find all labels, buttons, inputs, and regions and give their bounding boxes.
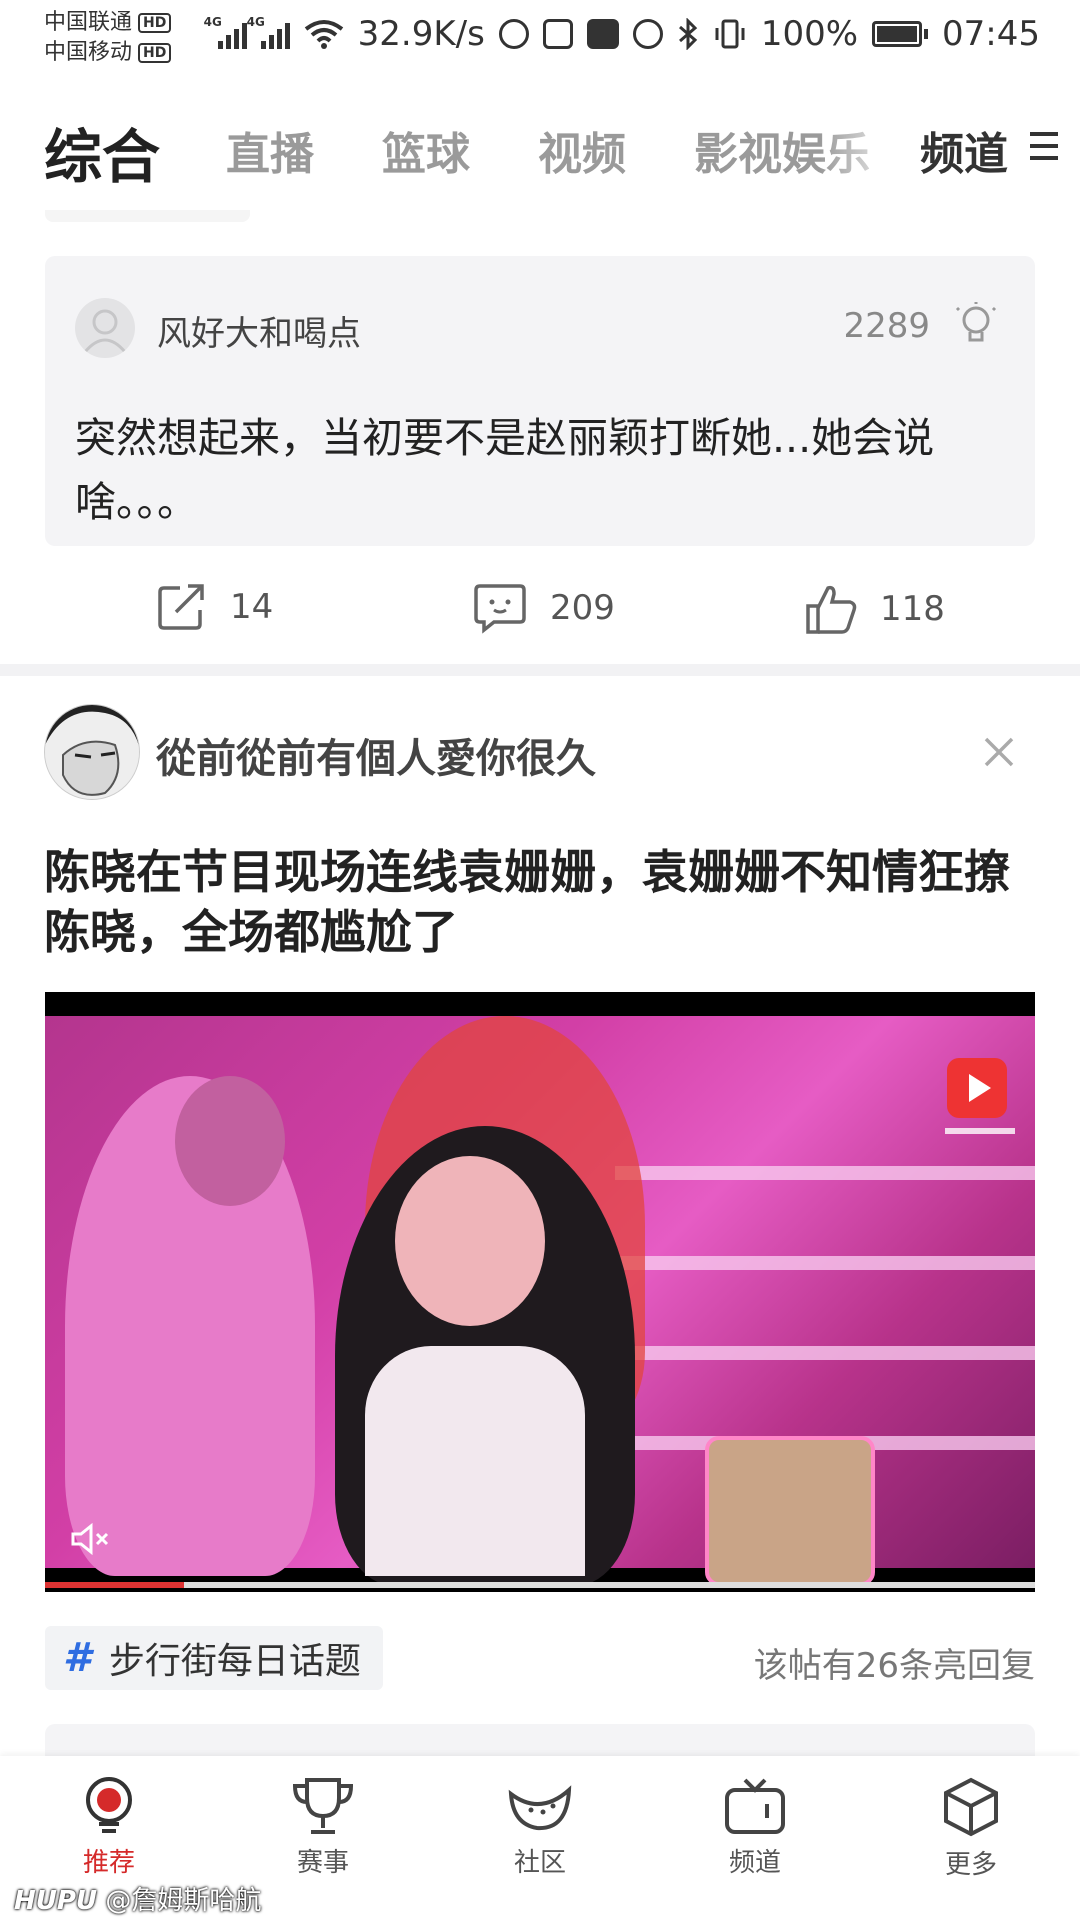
- battery-icon: [872, 21, 929, 47]
- app-notification-icon: [542, 19, 573, 49]
- nav-label: 赛事: [296, 1848, 349, 1878]
- share-count: 14: [230, 587, 274, 627]
- nav-community[interactable]: 社区: [465, 1776, 615, 1879]
- tab-live[interactable]: 直播: [226, 118, 314, 182]
- thumbs-up-icon: [806, 585, 857, 634]
- topic-label: 步行街每日话题: [108, 1641, 361, 1682]
- nav-more[interactable]: 更多: [896, 1776, 1046, 1881]
- reply-username[interactable]: 风好大和喝点: [157, 306, 361, 355]
- avatar[interactable]: [44, 704, 140, 800]
- menu-icon[interactable]: [1030, 132, 1058, 162]
- share-button[interactable]: 14: [156, 582, 273, 632]
- phone-call-inset-image: [705, 1436, 875, 1586]
- like-count: 118: [880, 589, 945, 629]
- avatar[interactable]: [75, 298, 135, 358]
- highlight-reply-card[interactable]: 风好大和喝点 2289 突然想起来，当初要不是赵丽颖打断她...她会说啥。。。: [45, 256, 1035, 546]
- nav-channel[interactable]: 频道: [680, 1776, 830, 1879]
- mute-icon[interactable]: [71, 1522, 111, 1556]
- net-speed: 32.9K/s: [357, 14, 485, 54]
- vibrate-icon: [715, 19, 745, 49]
- carrier-1: 中国联通: [44, 10, 133, 35]
- nav-label: 更多: [944, 1850, 997, 1880]
- lightbulb-icon[interactable]: [955, 302, 997, 348]
- tab-video[interactable]: 视频: [538, 118, 626, 182]
- post-action-bar: 14 209 118: [0, 572, 1080, 652]
- watermelon-icon: [508, 1785, 572, 1831]
- default-avatar-icon: [83, 309, 127, 353]
- recommend-icon: [86, 1777, 132, 1833]
- status-bar: 中国联通 HD 中国移动 HD 4G 4G 32.9K/s 100% 07:45: [0, 0, 1080, 80]
- post-title[interactable]: 陈晓在节目现场连线袁姗姗，袁姗姗不知情狂撩陈晓，全场都尴尬了: [44, 842, 1034, 962]
- tab-basketball[interactable]: 篮球: [382, 118, 470, 182]
- hd-badge: HD: [138, 13, 172, 33]
- alarm-icon: [632, 19, 663, 49]
- close-icon[interactable]: [982, 735, 1016, 769]
- video-progress-bar[interactable]: [45, 1582, 1035, 1588]
- xigua-video-logo-icon: [947, 1058, 1007, 1118]
- highlight-reply-note[interactable]: 该帖有26条亮回复: [754, 1638, 1035, 1687]
- video-frame: [45, 1016, 1035, 1586]
- huawei-app-icon: [586, 19, 619, 49]
- hashtag-icon: #: [63, 1635, 91, 1681]
- clock: 07:45: [942, 14, 1040, 54]
- signal-icon: 4G: [204, 15, 247, 49]
- nav-label: 社区: [513, 1848, 566, 1878]
- feed-divider: [0, 664, 1080, 676]
- tab-fade: [820, 80, 910, 210]
- manga-avatar-image: [45, 705, 139, 799]
- cube-icon: [944, 1777, 998, 1837]
- video-logo-mark: [945, 1122, 1015, 1145]
- signal-icon: 4G: [247, 15, 290, 49]
- nav-label: 频道: [728, 1848, 781, 1878]
- watermark-brand: HUPU: [14, 1886, 98, 1916]
- nav-recommend[interactable]: 推荐: [34, 1776, 184, 1879]
- share-icon: [158, 584, 204, 630]
- previous-card-edge: [45, 210, 250, 222]
- vpn-icon: [498, 19, 529, 49]
- comment-count: 209: [550, 588, 615, 628]
- battery-percent: 100%: [760, 14, 859, 54]
- tab-zonghe[interactable]: 综合: [44, 110, 160, 194]
- carrier-info: 中国联通 HD 中国移动 HD: [44, 8, 172, 68]
- trophy-icon: [292, 1778, 354, 1834]
- topic-tag[interactable]: # 步行街每日话题: [45, 1626, 383, 1690]
- tv-icon: [725, 1778, 785, 1834]
- reply-text: 突然想起来，当初要不是赵丽颖打断她...她会说啥。。。: [75, 414, 935, 526]
- like-button[interactable]: 118: [804, 582, 945, 636]
- light-count: 2289: [843, 306, 930, 346]
- post-username[interactable]: 從前從前有個人愛你很久: [156, 726, 596, 784]
- tab-channel[interactable]: 频道: [920, 118, 1008, 182]
- watermark: HUPU @詹姆斯哈航: [14, 1880, 261, 1917]
- nav-label: 推荐: [82, 1848, 135, 1878]
- top-tab-bar: 综合 直播 篮球 视频 影视娱乐 频道: [0, 80, 1080, 210]
- video-player[interactable]: [45, 992, 1035, 1592]
- watermark-handle: @詹姆斯哈航: [105, 1886, 262, 1916]
- carrier-2: 中国移动: [44, 40, 133, 65]
- comment-button[interactable]: 209: [472, 582, 615, 634]
- nav-matches[interactable]: 赛事: [248, 1776, 398, 1879]
- comment-icon: [474, 584, 526, 634]
- hd-badge: HD: [138, 43, 172, 63]
- bluetooth-icon: [678, 18, 698, 50]
- video-progress-fill: [45, 1582, 184, 1588]
- wifi-icon: [304, 20, 343, 49]
